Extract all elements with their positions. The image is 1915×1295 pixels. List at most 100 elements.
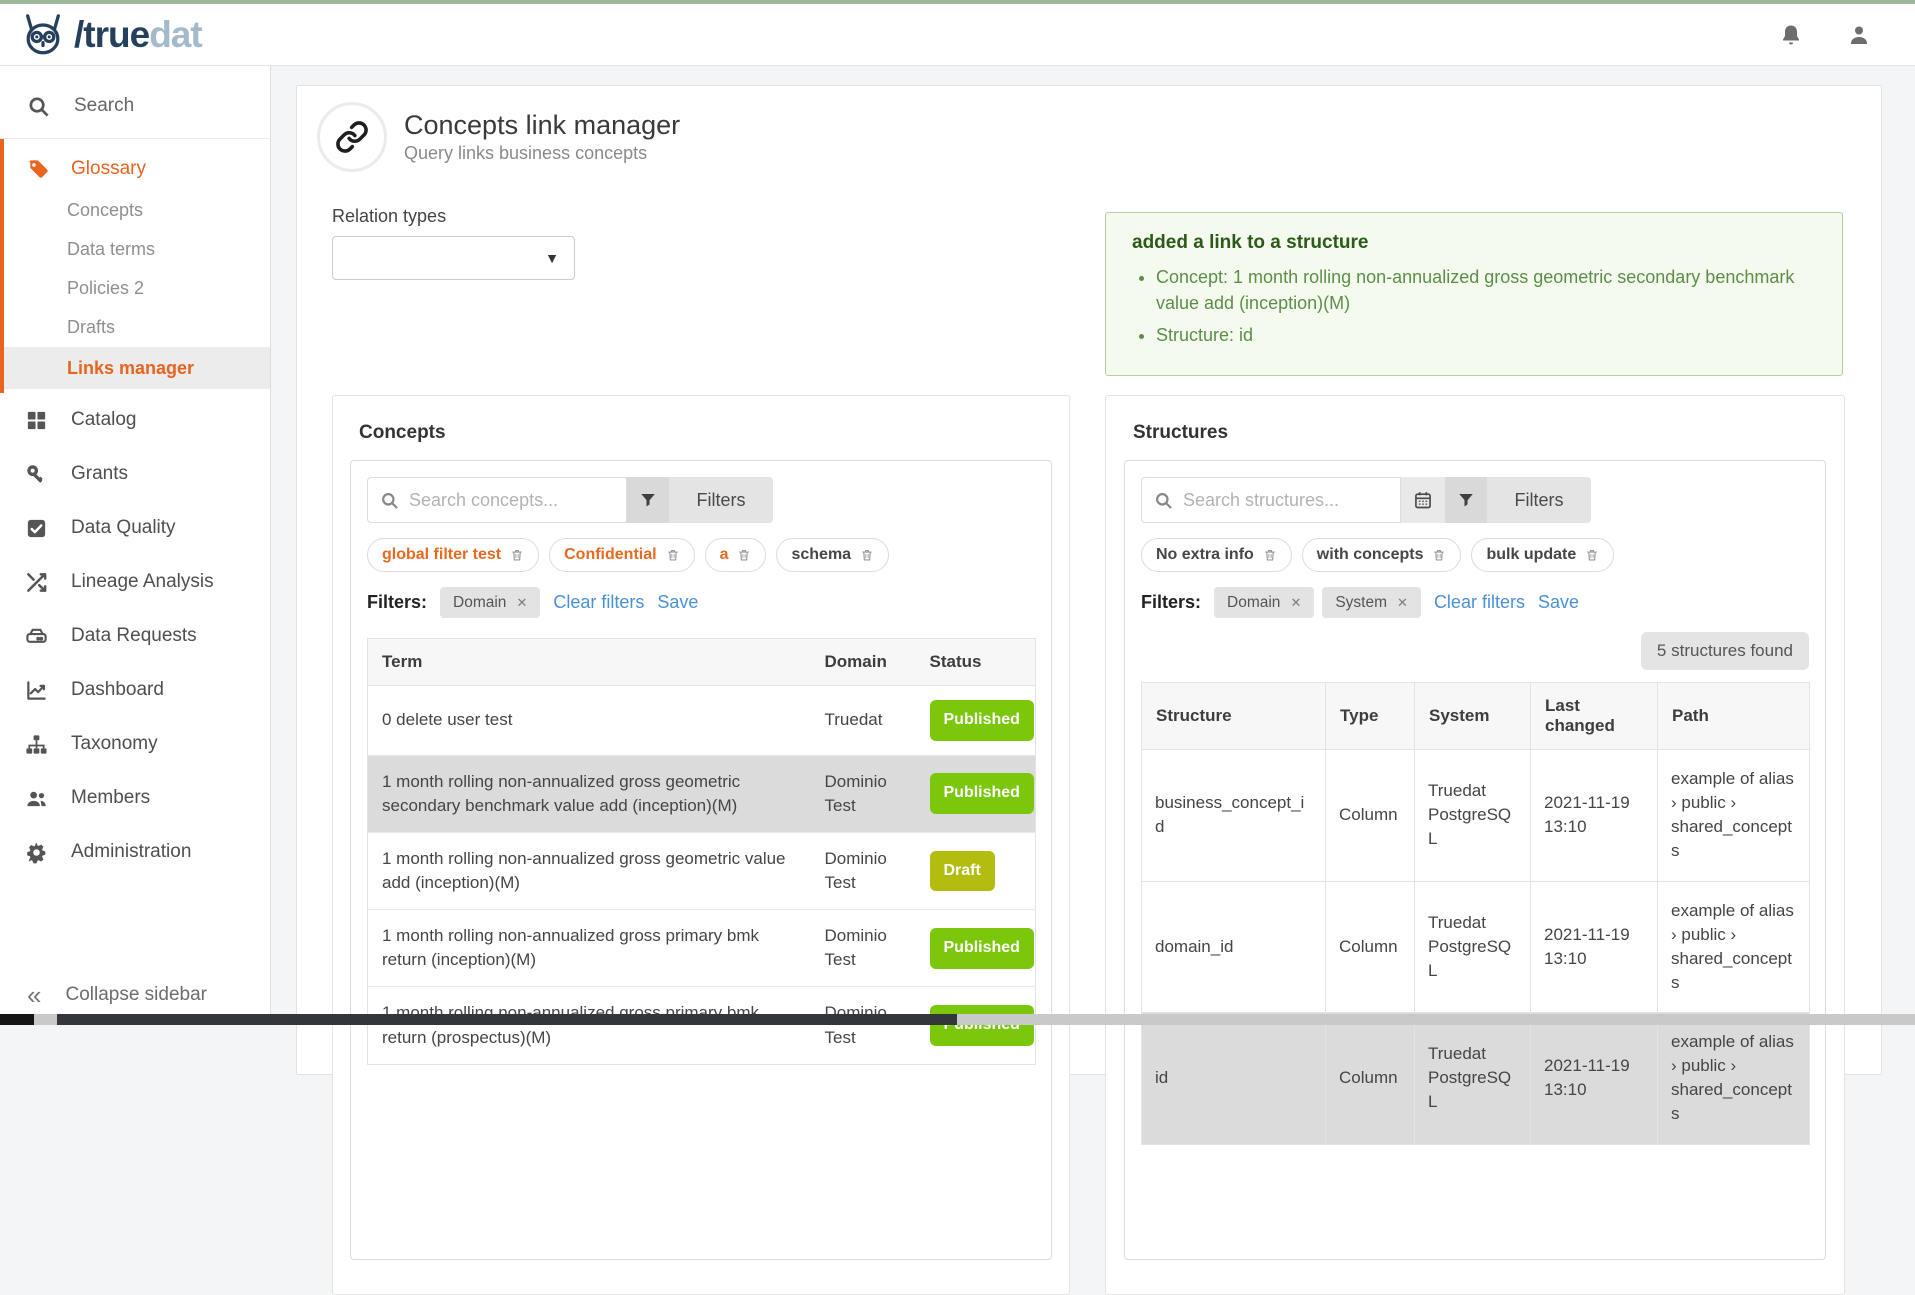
trash-icon[interactable] bbox=[1263, 548, 1277, 562]
filter-chip[interactable]: No extra info bbox=[1141, 538, 1292, 572]
sidebar-item-dashboard[interactable]: Dashboard bbox=[0, 663, 270, 717]
sidebar-item-search[interactable]: Search bbox=[0, 74, 270, 138]
sidebar-search-label: Search bbox=[74, 95, 134, 117]
notifications-bell-icon[interactable] bbox=[1779, 23, 1803, 47]
sidebar-item-data-requests[interactable]: Data Requests bbox=[0, 609, 270, 663]
structures-search-input[interactable] bbox=[1183, 490, 1388, 511]
concepts-chips-row: global filter test Confidential a schema bbox=[367, 538, 1035, 572]
sidebar-item-label: Data Requests bbox=[71, 625, 197, 647]
collapse-chevrons-icon: « bbox=[27, 982, 41, 1008]
filter-chip[interactable]: bulk update bbox=[1471, 538, 1614, 572]
last-changed-cell: 2021-11-19 13:10 bbox=[1531, 1013, 1658, 1145]
sidebar-item-taxonomy[interactable]: Taxonomy bbox=[0, 717, 270, 771]
status-badge: Published bbox=[930, 773, 1034, 814]
system-cell: Truedat PostgreSQL bbox=[1415, 1013, 1531, 1145]
structure-row[interactable]: id Column Truedat PostgreSQL 2021-11-19 … bbox=[1142, 1013, 1810, 1145]
sidebar-item-drafts[interactable]: Drafts bbox=[4, 308, 270, 347]
sidebar-item-label: Taxonomy bbox=[71, 733, 158, 755]
sidebar-item-grants[interactable]: Grants bbox=[0, 447, 270, 501]
column-header-term: Term bbox=[368, 639, 811, 686]
sidebar-item-concepts[interactable]: Concepts bbox=[4, 191, 270, 230]
column-header-system: System bbox=[1415, 683, 1531, 750]
search-icon bbox=[380, 491, 399, 510]
grid-icon bbox=[25, 409, 48, 432]
shuffle-icon bbox=[25, 571, 48, 594]
concept-row[interactable]: 1 month rolling non-annualized gross pri… bbox=[368, 910, 1036, 987]
save-filters-link[interactable]: Save bbox=[1538, 592, 1579, 613]
sidebar-item-label: Data Quality bbox=[71, 517, 176, 539]
remove-filter-icon[interactable]: ✕ bbox=[1290, 595, 1301, 611]
concepts-search-input[interactable] bbox=[409, 490, 614, 511]
filter-chip-label: Confidential bbox=[564, 546, 656, 564]
status-badge: Published bbox=[930, 928, 1034, 969]
sidebar-item-policies[interactable]: Policies 2 bbox=[4, 269, 270, 308]
concept-row[interactable]: 1 month rolling non-annualized gross geo… bbox=[368, 755, 1036, 832]
path-cell: example of alias › public › shared_conce… bbox=[1658, 1013, 1810, 1145]
app-header: /truedat bbox=[0, 4, 1915, 66]
search-icon bbox=[1154, 491, 1173, 510]
sidebar-subitem-label: Drafts bbox=[67, 317, 115, 338]
filter-chip-label: No extra info bbox=[1156, 546, 1254, 564]
filter-chip[interactable]: global filter test bbox=[367, 538, 539, 572]
trash-icon[interactable] bbox=[860, 548, 874, 562]
sidebar-item-label: Dashboard bbox=[71, 679, 164, 701]
concepts-filter-icon-button[interactable] bbox=[627, 477, 669, 523]
trash-icon[interactable] bbox=[666, 548, 680, 562]
column-header-status: Status bbox=[916, 639, 1036, 686]
trash-icon[interactable] bbox=[1585, 548, 1599, 562]
alert-title: added a link to a structure bbox=[1132, 232, 1816, 254]
active-filter-pill[interactable]: Domain✕ bbox=[440, 587, 540, 618]
active-filter-pill[interactable]: Domain ✕ bbox=[1214, 587, 1314, 618]
concept-row[interactable]: 0 delete user test Truedat Published bbox=[368, 686, 1036, 756]
structure-row[interactable]: business_concept_id Column Truedat Postg… bbox=[1142, 750, 1810, 882]
structures-inner-box: Filters No extra info with concepts bulk… bbox=[1124, 460, 1826, 1260]
concepts-filters-button[interactable]: Filters bbox=[669, 477, 773, 523]
clear-filters-link[interactable]: Clear filters bbox=[1434, 592, 1525, 613]
user-menu-icon[interactable] bbox=[1847, 23, 1871, 47]
sidebar-item-data-quality[interactable]: Data Quality bbox=[0, 501, 270, 555]
scrollbar-thumb[interactable] bbox=[57, 1014, 957, 1025]
concept-row[interactable]: 1 month rolling non-annualized gross pri… bbox=[368, 987, 1036, 1064]
remove-filter-icon[interactable]: ✕ bbox=[1397, 595, 1408, 611]
sidebar-item-members[interactable]: Members bbox=[0, 771, 270, 825]
main-content-card: Concepts link manager Query links busine… bbox=[296, 85, 1882, 1075]
active-filter-pill[interactable]: System✕ bbox=[1322, 587, 1421, 618]
relation-types-block: Relation types ▼ bbox=[332, 206, 575, 280]
save-filters-link[interactable]: Save bbox=[657, 592, 698, 613]
filter-chip[interactable]: Confidential bbox=[549, 538, 694, 572]
active-filter-label: Domain bbox=[1227, 594, 1280, 612]
sidebar-item-label: Members bbox=[71, 787, 150, 809]
structures-table-header-row: Structure Type System Last changed Path bbox=[1142, 683, 1810, 750]
glossary-section: Glossary Concepts Data terms Policies 2 … bbox=[0, 139, 270, 393]
status-badge: Published bbox=[930, 700, 1034, 741]
remove-filter-icon[interactable]: ✕ bbox=[516, 595, 527, 611]
trash-icon[interactable] bbox=[737, 548, 751, 562]
sidebar-item-administration[interactable]: Administration bbox=[0, 825, 270, 879]
structures-filter-icon-button[interactable] bbox=[1445, 477, 1487, 523]
column-header-structure: Structure bbox=[1142, 683, 1326, 750]
truedat-logo[interactable]: /truedat bbox=[20, 13, 202, 57]
filter-chip[interactable]: schema bbox=[776, 538, 889, 572]
structures-filters-button[interactable]: Filters bbox=[1487, 477, 1591, 523]
filter-chip[interactable]: a bbox=[705, 538, 767, 572]
structures-search-group: Filters bbox=[1141, 477, 1809, 523]
term-cell: 1 month rolling non-annualized gross pri… bbox=[368, 910, 811, 987]
structures-calendar-button[interactable] bbox=[1401, 477, 1445, 523]
relation-types-select[interactable]: ▼ bbox=[332, 236, 575, 280]
sidebar-item-catalog[interactable]: Catalog bbox=[0, 393, 270, 447]
clear-filters-link[interactable]: Clear filters bbox=[553, 592, 644, 613]
horizontal-scrollbar[interactable] bbox=[0, 1014, 1915, 1025]
collapse-sidebar-label: Collapse sidebar bbox=[65, 984, 207, 1006]
sidebar-item-links-manager[interactable]: Links manager bbox=[4, 347, 270, 389]
sidebar-item-lineage[interactable]: Lineage Analysis bbox=[0, 555, 270, 609]
collapse-sidebar-button[interactable]: « Collapse sidebar bbox=[0, 973, 269, 1017]
concept-row[interactable]: 1 month rolling non-annualized gross geo… bbox=[368, 832, 1036, 909]
structure-row[interactable]: domain_id Column Truedat PostgreSQL 2021… bbox=[1142, 881, 1810, 1013]
results-count-row: 5 structures found bbox=[1141, 632, 1809, 670]
sidebar-subitem-label: Links manager bbox=[67, 358, 194, 379]
trash-icon[interactable] bbox=[1432, 548, 1446, 562]
trash-icon[interactable] bbox=[510, 548, 524, 562]
sidebar-item-data-terms[interactable]: Data terms bbox=[4, 230, 270, 269]
sidebar-item-glossary[interactable]: Glossary bbox=[4, 147, 270, 191]
filter-chip[interactable]: with concepts bbox=[1302, 538, 1462, 572]
